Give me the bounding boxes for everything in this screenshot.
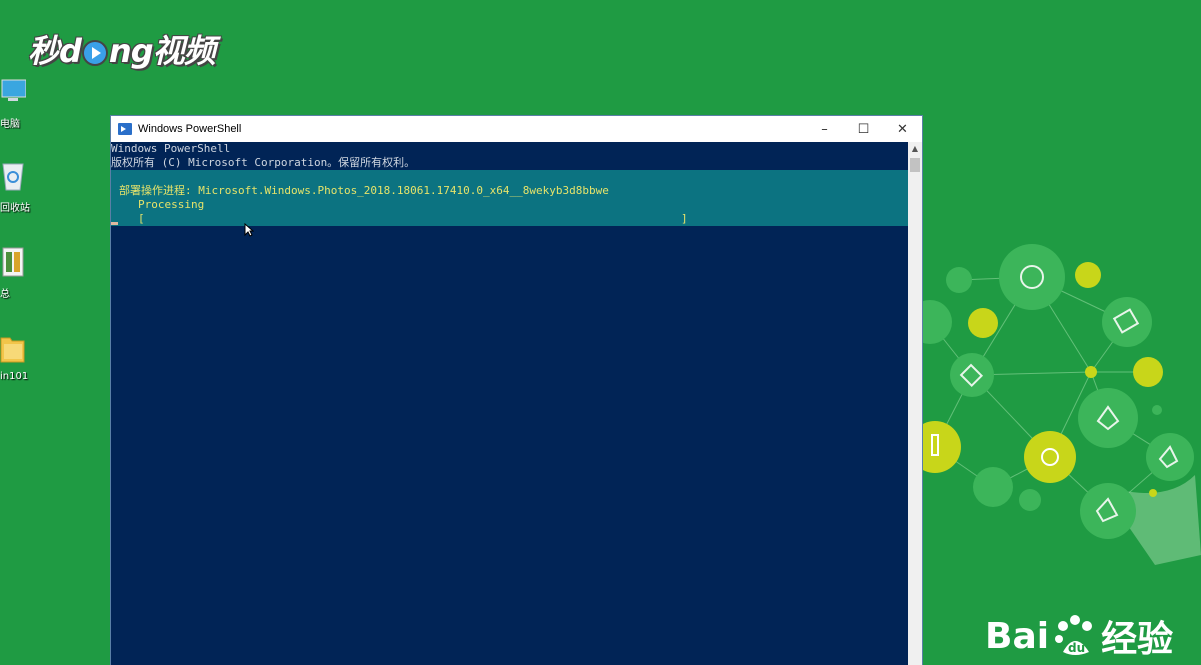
recycle-bin-icon	[2, 163, 24, 191]
title-bar[interactable]: Windows PowerShell – ☐ ✕	[111, 116, 922, 142]
window-title: Windows PowerShell	[138, 123, 242, 135]
progress-activity: 部署操作进程: Microsoft.Windows.Photos_2018.18…	[119, 184, 609, 197]
window-controls: – ☐ ✕	[805, 116, 922, 142]
brain-illustration	[908, 244, 1201, 565]
progress-status: Processing	[138, 198, 205, 211]
folder-icon	[0, 337, 25, 363]
progress-panel: 部署操作进程: Microsoft.Windows.Photos_2018.18…	[111, 170, 908, 226]
powershell-icon	[118, 123, 132, 135]
maximize-button[interactable]: ☐	[844, 116, 883, 142]
play-icon	[81, 40, 108, 66]
desktop-icon-label: 回收站	[0, 203, 30, 214]
desktop-icon-label: 电脑	[0, 119, 20, 130]
text-cursor	[111, 222, 118, 225]
baidu-jingyan-watermark: Bai du 经验	[985, 610, 1173, 662]
scroll-up-icon[interactable]: ▲	[908, 142, 922, 156]
close-button[interactable]: ✕	[883, 116, 922, 142]
computer-icon	[1, 79, 27, 101]
console-line: 版权所有 (C) Microsoft Corporation。保留所有权利。	[111, 156, 416, 169]
console-line: Windows PowerShell	[111, 142, 231, 155]
baidu-text: Bai	[985, 615, 1050, 657]
desktop-icon-file[interactable]: 总	[0, 246, 34, 300]
miaodong-watermark: 秒d ng视频	[28, 26, 216, 72]
file-icon	[2, 247, 24, 277]
watermark-suffix: 视频	[152, 32, 216, 70]
watermark-mid: ng	[108, 32, 154, 70]
watermark-d: d	[59, 32, 82, 70]
desktop-icon-label: 总	[0, 289, 10, 300]
desktop-icon-label: in101	[0, 371, 29, 382]
desktop-icon-recycle-bin[interactable]: 回收站	[0, 160, 34, 214]
jingyan-text: 经验	[1101, 619, 1174, 660]
vertical-scrollbar[interactable]: ▲	[908, 142, 922, 665]
desktop-icon-computer[interactable]: 电脑	[0, 76, 34, 130]
desktop-icon-folder[interactable]: in101	[0, 332, 34, 382]
watermark-prefix: 秒	[28, 32, 60, 70]
progress-bar: [ ]	[138, 212, 688, 225]
svg-text:du: du	[1068, 641, 1085, 655]
baidu-paw-icon: du	[1055, 615, 1093, 655]
console-output[interactable]: Windows PowerShell 版权所有 (C) Microsoft Co…	[111, 142, 908, 665]
scroll-thumb[interactable]	[910, 158, 920, 172]
minimize-button[interactable]: –	[805, 116, 844, 142]
powershell-window[interactable]: Windows PowerShell – ☐ ✕ Windows PowerSh…	[111, 116, 922, 665]
mouse-pointer-icon	[244, 223, 254, 237]
